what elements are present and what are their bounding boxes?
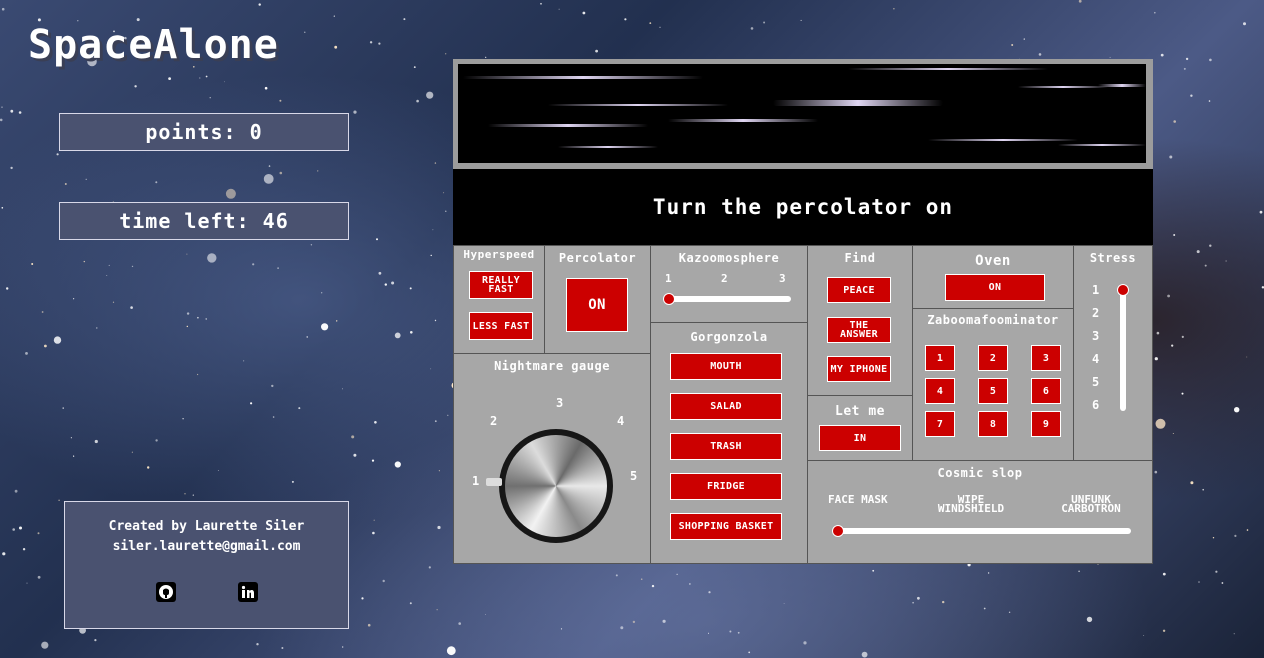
really-fast-button[interactable]: REALLY FAST: [469, 271, 533, 299]
mouth-button[interactable]: MOUTH: [670, 353, 782, 380]
let-me-in-button[interactable]: IN: [819, 425, 901, 451]
zaboom-button-3[interactable]: 3: [1031, 345, 1061, 371]
stress-tick-3: 3: [1092, 329, 1100, 343]
oven-panel: Oven ON: [912, 245, 1074, 309]
shopping-basket-button[interactable]: SHOPPING BASKET: [670, 513, 782, 540]
gauge-tick-4: 4: [617, 414, 625, 428]
percolator-on-button[interactable]: ON: [566, 278, 628, 332]
stress-slider-track[interactable]: [1120, 286, 1126, 411]
time-left-display: time left: 46: [59, 202, 349, 240]
zaboom-button-7[interactable]: 7: [925, 411, 955, 437]
trash-button[interactable]: TRASH: [670, 433, 782, 460]
stress-tick-4: 4: [1092, 352, 1100, 366]
cosmic-option-face-mask: FACE MASK: [828, 493, 888, 506]
hyperspeed-panel: Hyperspeed REALLY FAST LESS FAST: [453, 245, 545, 354]
oven-label: Oven: [975, 253, 1011, 269]
kazoo-tick-1: 1: [665, 272, 672, 285]
stress-tick-6: 6: [1092, 398, 1100, 412]
instruction-display: Turn the percolator on: [453, 169, 1153, 245]
dial-pointer: [486, 478, 502, 486]
gauge-tick-3: 3: [556, 396, 564, 410]
zaboomafoominator-label: Zaboomafoominator: [927, 313, 1059, 327]
github-icon[interactable]: [156, 582, 176, 602]
gauge-tick-5: 5: [630, 469, 638, 483]
cosmic-option-wipe-windshield: WIPE WINDSHIELD: [937, 493, 1005, 515]
stress-panel: Stress 1 2 3 4 5 6: [1073, 245, 1153, 461]
kazoo-slider-track[interactable]: [665, 296, 791, 302]
zaboom-button-5[interactable]: 5: [978, 378, 1008, 404]
kazoomosphere-panel: Kazoomosphere 1 2 3: [650, 245, 808, 323]
the-answer-button[interactable]: THE ANSWER: [827, 317, 891, 343]
viewport-frame: [453, 59, 1153, 169]
find-label: Find: [844, 251, 876, 265]
app-title: SpaceAlone: [28, 22, 279, 68]
oven-on-button[interactable]: ON: [945, 274, 1045, 301]
gorgonzola-label: Gorgonzola: [690, 330, 768, 344]
gauge-tick-2: 2: [490, 414, 498, 428]
zaboom-button-6[interactable]: 6: [1031, 378, 1061, 404]
stress-tick-1: 1: [1092, 283, 1100, 297]
cosmic-slop-panel: Cosmic slop FACE MASK WIPE WINDSHIELD UN…: [807, 460, 1153, 564]
find-panel: Find PEACE THE ANSWER MY IPHONE: [807, 245, 913, 396]
salad-button[interactable]: SALAD: [670, 393, 782, 420]
stress-tick-5: 5: [1092, 375, 1100, 389]
zaboom-button-8[interactable]: 8: [978, 411, 1008, 437]
let-me-panel: Let me IN: [807, 395, 913, 461]
cosmic-option-unfunk-carbotron: UNFUNK CARBOTRON: [1061, 493, 1121, 515]
credits-email: siler.laurette@gmail.com: [112, 539, 301, 554]
kazoo-slider-thumb[interactable]: [663, 293, 675, 305]
peace-button[interactable]: PEACE: [827, 277, 891, 303]
kazoo-tick-3: 3: [779, 272, 786, 285]
dial-knob: [505, 435, 607, 537]
stress-tick-2: 2: [1092, 306, 1100, 320]
let-me-label: Let me: [835, 404, 885, 419]
points-display: points: 0: [59, 113, 349, 151]
stress-slider-thumb[interactable]: [1117, 284, 1129, 296]
zaboom-button-4[interactable]: 4: [925, 378, 955, 404]
zaboom-button-1[interactable]: 1: [925, 345, 955, 371]
zaboom-button-9[interactable]: 9: [1031, 411, 1061, 437]
stress-label: Stress: [1089, 251, 1137, 265]
control-console: Turn the percolator on Hyperspeed REALLY…: [453, 59, 1153, 564]
zaboomafoominator-panel: Zaboomafoominator 1 2 3 4 5 6 7 8 9: [912, 308, 1074, 461]
gauge-tick-1: 1: [472, 474, 480, 488]
kazoomosphere-label: Kazoomosphere: [678, 251, 780, 265]
hyperspace-viewscreen: [458, 64, 1146, 163]
less-fast-button[interactable]: LESS FAST: [469, 312, 533, 340]
cosmic-slider-track[interactable]: [834, 528, 1131, 534]
credits-author: Created by Laurette Siler: [108, 519, 305, 534]
fridge-button[interactable]: FRIDGE: [670, 473, 782, 500]
cosmic-slider-thumb[interactable]: [832, 525, 844, 537]
nightmare-gauge-label: Nightmare gauge: [494, 359, 610, 373]
gorgonzola-panel: Gorgonzola MOUTH SALAD TRASH FRIDGE SHOP…: [650, 322, 808, 564]
kazoo-tick-2: 2: [721, 272, 728, 285]
nightmare-gauge-panel: Nightmare gauge 1 2 3 4 5: [453, 353, 651, 564]
zaboom-button-2[interactable]: 2: [978, 345, 1008, 371]
percolator-panel: Percolator ON: [544, 245, 651, 354]
nightmare-dial[interactable]: [499, 429, 613, 543]
cosmic-slop-label: Cosmic slop: [937, 466, 1023, 480]
hyperspeed-label: Hyperspeed: [463, 248, 535, 261]
percolator-label: Percolator: [558, 251, 637, 265]
my-iphone-button[interactable]: MY IPHONE: [827, 356, 891, 382]
linkedin-icon[interactable]: [238, 582, 258, 602]
credits-box: Created by Laurette Siler siler.laurette…: [64, 501, 349, 629]
